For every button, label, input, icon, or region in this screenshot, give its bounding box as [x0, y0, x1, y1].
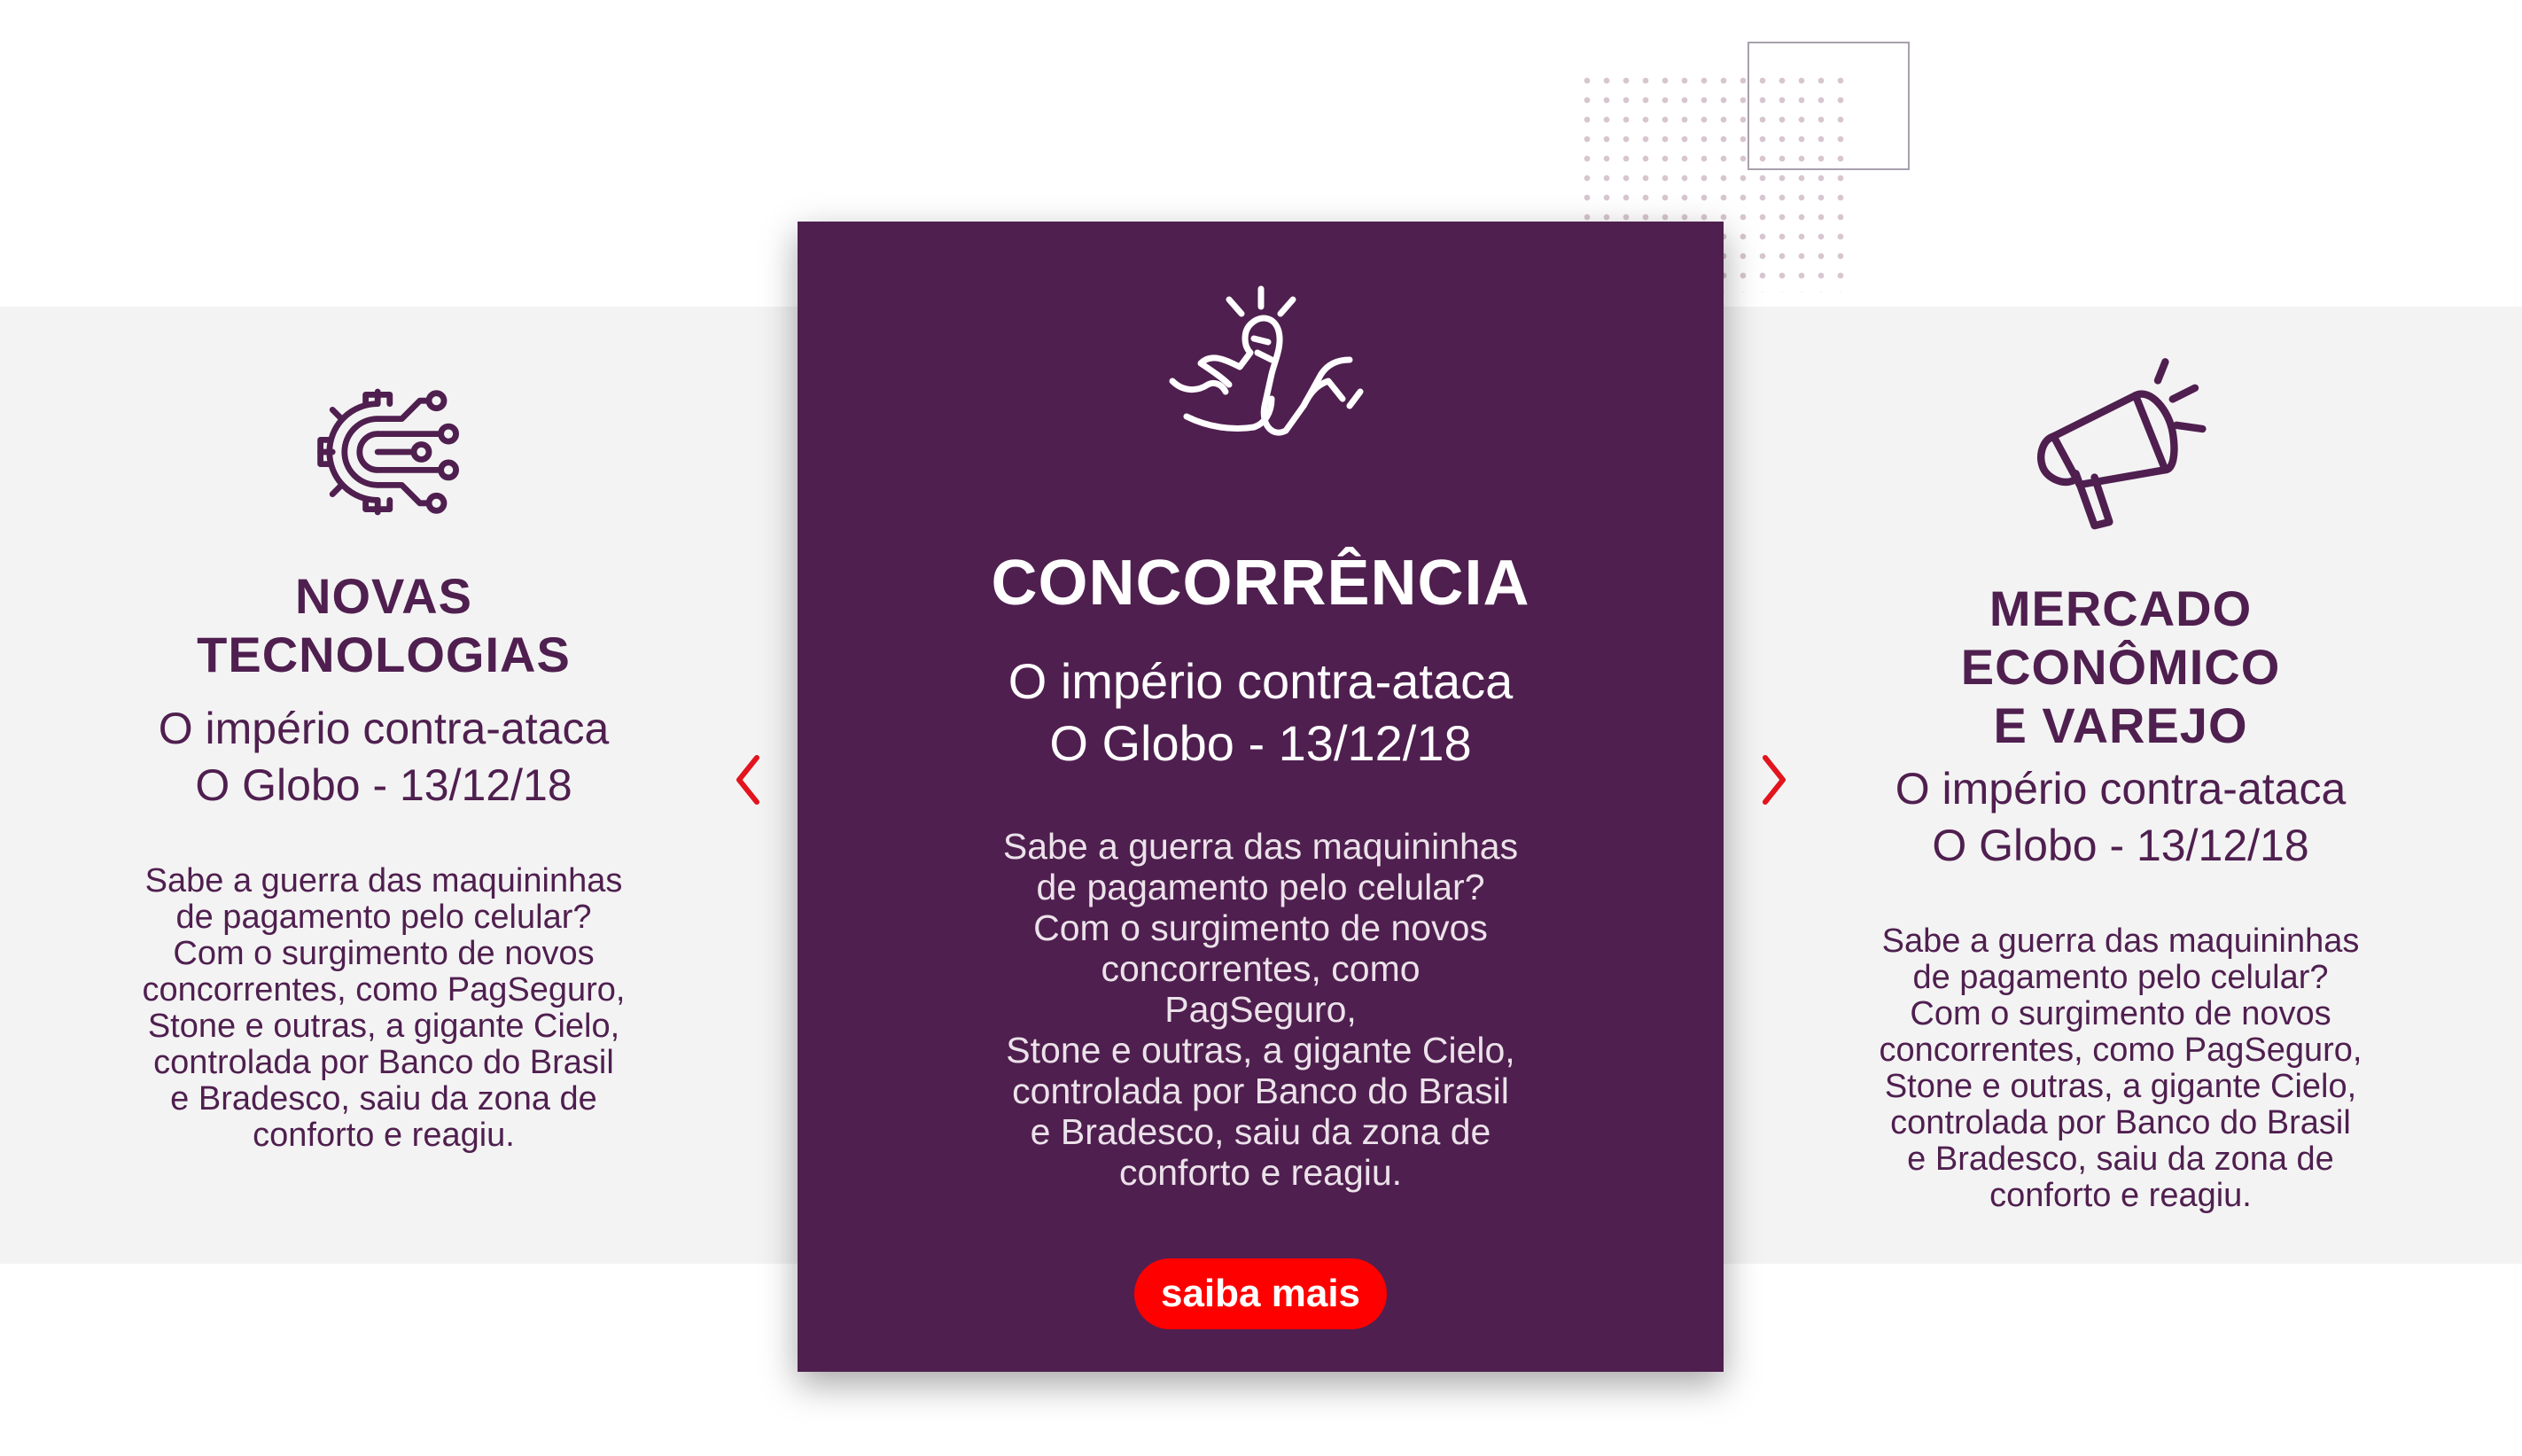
card-body-line: Sabe a guerra das maquininhas [1002, 826, 1519, 867]
carousel-card-novas-tecnologias: NOVAS TECNOLOGIAS O império contra-ataca… [109, 377, 658, 1154]
card-body-line: concorrentes, como PagSeguro, [1101, 948, 1421, 1030]
gear-circuit-icon [109, 377, 658, 527]
decorative-square-outline [1747, 42, 1910, 170]
megaphone-icon [1846, 354, 2395, 541]
card-body-line: e Bradesco, saiu da zona de [1030, 1111, 1491, 1152]
card-body-line: conforto e reagiu. [1118, 1152, 1403, 1193]
card-title: NOVAS TECNOLOGIAS [197, 568, 571, 682]
card-body: Sabe a guerra das maquininhas de pagamen… [798, 826, 1724, 1193]
carousel-card-mercado-economico: MERCADO ECONÔMICO E VAREJO O império con… [1846, 354, 2395, 1214]
card-body-line: Com o surgimento de novos [173, 935, 595, 972]
card-headline: O império contra-ataca [158, 704, 610, 753]
card-body-line: de pagamento pelo celular? [175, 899, 592, 936]
card-body-line: concorrentes, como PagSeguro, [1879, 1032, 2362, 1069]
card-body: Sabe a guerra das maquininhas de pagamen… [1846, 923, 2395, 1214]
card-body-line: e Bradesco, saiu da zona de [170, 1080, 597, 1117]
carousel-prev-button[interactable] [725, 749, 769, 811]
chevron-right-icon [1763, 755, 1786, 805]
card-body-line: de pagamento pelo celular? [1912, 959, 2329, 996]
card-subtitle: O império contra-ataca O Globo - 13/12/1… [1846, 760, 2395, 874]
card-body-line: Sabe a guerra das maquininhas [144, 862, 623, 899]
card-body-line: concorrentes, como PagSeguro, [142, 971, 626, 1008]
card-body-line: conforto e reagiu. [1989, 1177, 2252, 1214]
card-body-line: Stone e outras, a gigante Cielo, [1884, 1068, 2357, 1105]
card-body-line: de pagamento pelo celular? [1036, 867, 1485, 907]
card-body-line: controlada por Banco do Brasil [1890, 1104, 2351, 1141]
card-body-line: Sabe a guerra das maquininhas [1881, 923, 2360, 960]
card-body-line: e Bradesco, saiu da zona de [1907, 1141, 2334, 1178]
card-headline: O império contra-ataca [1008, 653, 1514, 709]
card-body-line: controlada por Banco do Brasil [153, 1044, 614, 1081]
saiba-mais-button[interactable]: saiba mais [1133, 1258, 1388, 1329]
card-body-line: Com o surgimento de novos [1910, 995, 2331, 1032]
card-source-date: O Globo - 13/12/18 [1932, 821, 2309, 870]
chevron-left-icon [736, 755, 759, 805]
arm-wrestling-icon [798, 282, 1724, 477]
card-headline: O império contra-ataca [1895, 764, 2347, 814]
card-subtitle: O império contra-ataca O Globo - 13/12/1… [798, 650, 1724, 775]
card-title-line: E VAREJO [1993, 697, 2248, 753]
carousel-card-concorrencia: CONCORRÊNCIA O império contra-ataca O Gl… [798, 222, 1724, 1372]
card-body-line: conforto e reagiu. [253, 1117, 515, 1154]
card-body-line: Stone e outras, a gigante Cielo, [1006, 1030, 1515, 1071]
card-body-line: Com o surgimento de novos [1033, 907, 1488, 948]
carousel-next-button[interactable] [1753, 749, 1797, 811]
card-subtitle: O império contra-ataca O Globo - 13/12/1… [109, 700, 658, 814]
card-body-line: Stone e outras, a gigante Cielo, [147, 1008, 620, 1045]
card-source-date: O Globo - 13/12/18 [195, 760, 572, 810]
card-body: Sabe a guerra das maquininhas de pagamen… [109, 863, 658, 1154]
card-title: MERCADO ECONÔMICO E VAREJO [1846, 580, 2395, 755]
card-title: CONCORRÊNCIA [991, 548, 1530, 619]
card-source-date: O Globo - 13/12/18 [1049, 715, 1472, 771]
card-title-line: MERCADO ECONÔMICO [1960, 580, 2281, 695]
card-body-line: controlada por Banco do Brasil [1012, 1071, 1509, 1111]
